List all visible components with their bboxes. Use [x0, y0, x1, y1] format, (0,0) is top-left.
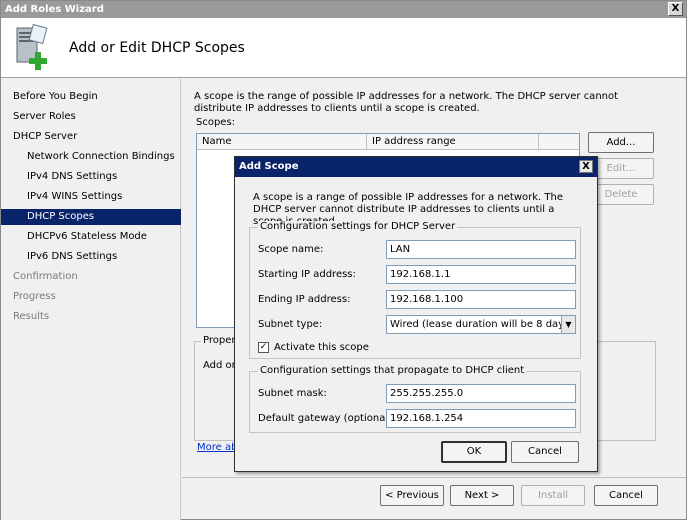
column-header-name[interactable]: Name: [197, 134, 367, 150]
sidebar-item-ipv4-wins-settings[interactable]: IPv4 WINS Settings: [1, 189, 181, 205]
default-gateway-input[interactable]: 192.168.1.254: [386, 409, 576, 428]
subnet-type-select[interactable]: Wired (lease duration will be 8 days) ▼: [386, 315, 576, 334]
dialog-close-icon[interactable]: X: [579, 160, 593, 173]
default-gateway-label: Default gateway (optional):: [258, 413, 396, 424]
sidebar-item-confirmation: Confirmation: [13, 271, 78, 282]
ending-ip-input[interactable]: 192.168.1.100: [386, 290, 576, 309]
activate-scope-label[interactable]: Activate this scope: [274, 342, 369, 353]
add-scope-button[interactable]: Add...: [588, 132, 654, 153]
sidebar-item-ipv4-dns-settings[interactable]: IPv4 DNS Settings: [1, 169, 181, 185]
group-title-client-settings: Configuration settings that propagate to…: [258, 365, 527, 376]
sidebar-item-server-roles[interactable]: Server Roles: [1, 109, 181, 125]
dialog-titlebar[interactable]: Add Scope X: [235, 157, 597, 177]
sidebar-item-dhcp-server[interactable]: DHCP Server: [1, 129, 181, 145]
sidebar-item-before-you-begin[interactable]: Before You Begin: [1, 89, 181, 105]
starting-ip-label: Starting IP address:: [258, 269, 356, 280]
wizard-steps-sidebar: Before You Begin Server Roles DHCP Serve…: [1, 79, 181, 520]
group-title-server-settings: Configuration settings for DHCP Server: [258, 221, 458, 232]
scopes-label: Scopes:: [196, 117, 236, 128]
starting-ip-input[interactable]: 192.168.1.1: [386, 265, 576, 284]
window-close-icon[interactable]: X: [668, 2, 683, 16]
dialog-cancel-button[interactable]: Cancel: [511, 441, 579, 463]
sidebar-item-progress: Progress: [13, 291, 56, 302]
server-add-icon: [16, 24, 48, 70]
install-button[interactable]: Install: [521, 485, 585, 506]
scopes-description: A scope is the range of possible IP addr…: [194, 91, 619, 114]
subnet-type-label: Subnet type:: [258, 319, 323, 330]
dialog-title: Add Scope: [239, 161, 299, 172]
dhcp-client-settings-group: Configuration settings that propagate to…: [249, 365, 581, 433]
wizard-header: Add or Edit DHCP Scopes: [1, 18, 686, 78]
scope-name-input[interactable]: LAN: [386, 240, 576, 259]
scope-name-label: Scope name:: [258, 244, 324, 255]
previous-button[interactable]: < Previous: [380, 485, 444, 506]
dialog-ok-button[interactable]: OK: [441, 441, 507, 463]
sidebar-item-dhcp-scopes[interactable]: DHCP Scopes: [1, 209, 181, 225]
cancel-button[interactable]: Cancel: [594, 485, 658, 506]
sidebar-item-dhcpv6-stateless-mode[interactable]: DHCPv6 Stateless Mode: [1, 229, 181, 245]
sidebar-item-network-connection-bindings[interactable]: Network Connection Bindings: [1, 149, 181, 165]
window-titlebar[interactable]: Add Roles Wizard X: [1, 1, 686, 18]
subnet-type-value: Wired (lease duration will be 8 days): [390, 319, 574, 330]
window-title: Add Roles Wizard: [5, 4, 104, 15]
ending-ip-label: Ending IP address:: [258, 294, 351, 305]
subnet-mask-label: Subnet mask:: [258, 388, 327, 399]
column-header-ip-range[interactable]: IP address range: [367, 134, 539, 150]
page-title: Add or Edit DHCP Scopes: [69, 40, 245, 56]
column-header-filler: [539, 134, 579, 150]
subnet-mask-input[interactable]: 255.255.255.0: [386, 384, 576, 403]
sidebar-item-ipv6-dns-settings[interactable]: IPv6 DNS Settings: [1, 249, 181, 265]
sidebar-item-results: Results: [13, 311, 50, 322]
dhcp-server-settings-group: Configuration settings for DHCP Server S…: [249, 221, 581, 359]
chevron-down-icon[interactable]: ▼: [561, 316, 575, 333]
next-button[interactable]: Next >: [450, 485, 514, 506]
footer-divider: [182, 477, 686, 478]
activate-scope-checkbox[interactable]: ✓: [258, 342, 269, 353]
add-scope-dialog: Add Scope X A scope is a range of possib…: [234, 156, 598, 472]
